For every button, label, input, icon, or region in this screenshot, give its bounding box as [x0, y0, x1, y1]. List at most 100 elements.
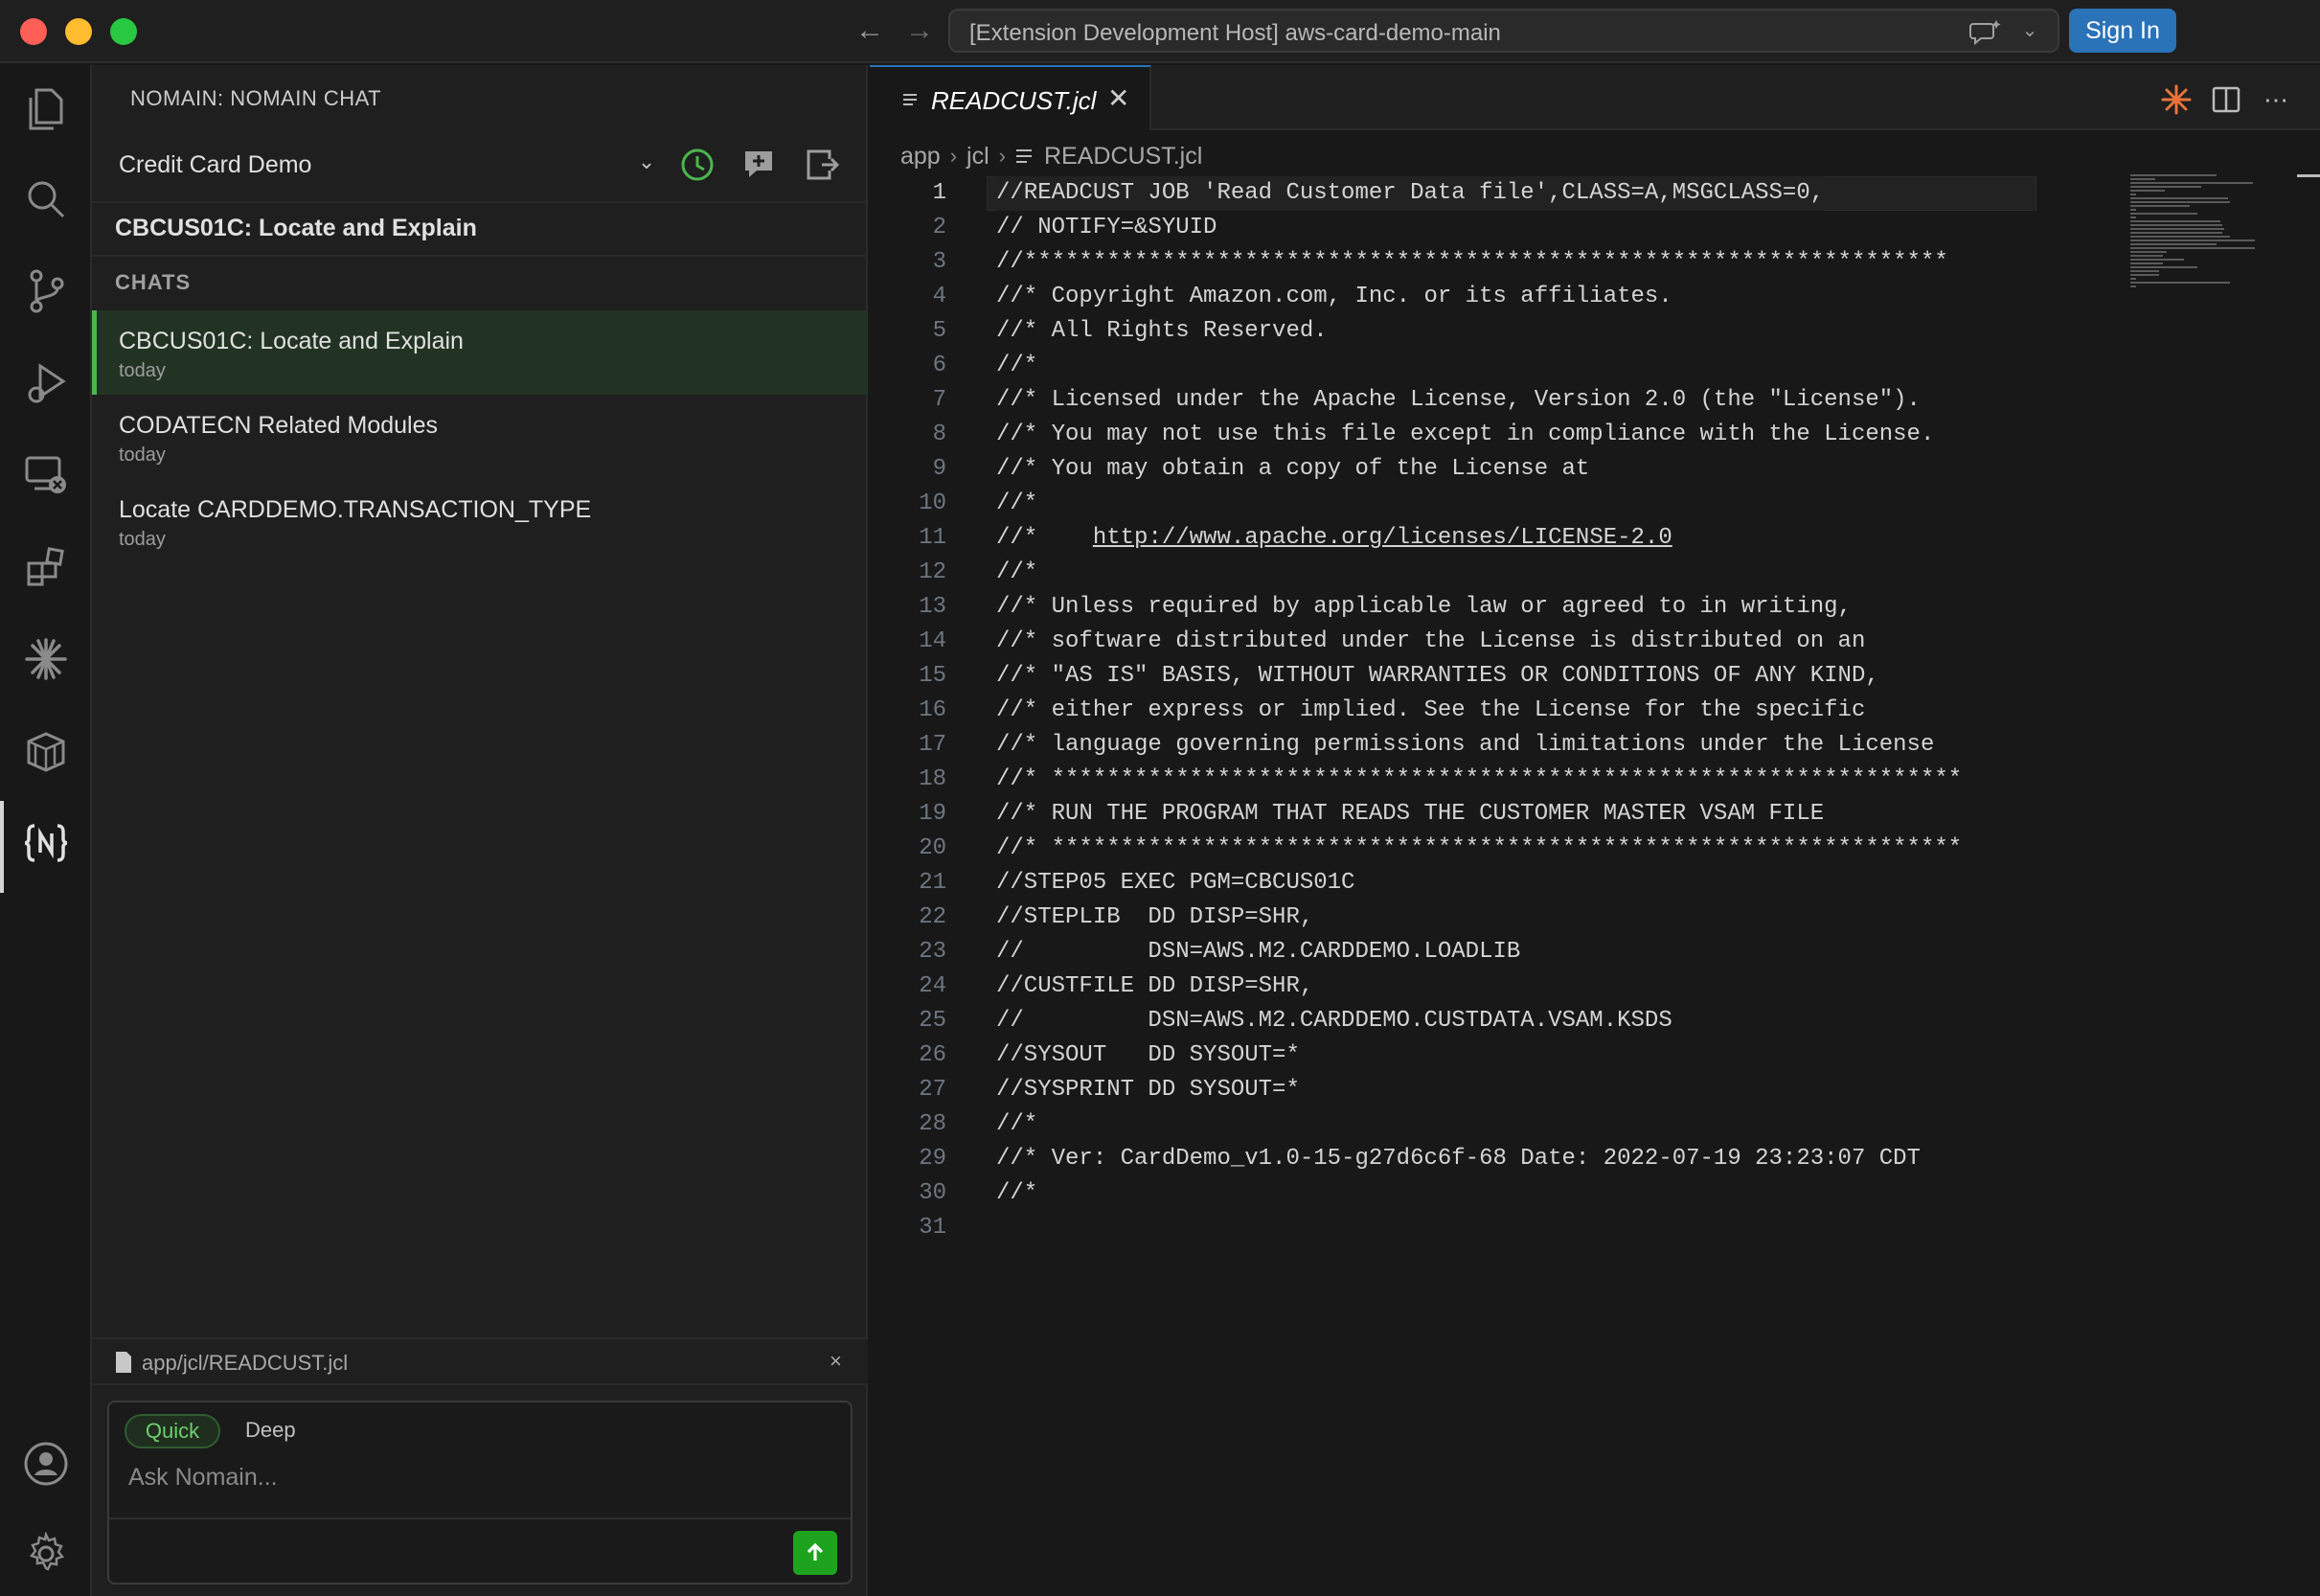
code-text: //* — [996, 559, 1038, 585]
code-line[interactable]: 19 //* RUN THE PROGRAM THAT READS THE CUS… — [870, 797, 2115, 832]
code-line[interactable]: 27 //SYSPRINT DD SYSOUT=* — [870, 1073, 2115, 1107]
maximize-window-button[interactable] — [110, 18, 137, 45]
code-line[interactable]: 21 //STEP05 EXEC PGM=CBCUS01C — [870, 866, 2115, 901]
line-number: 24 — [919, 973, 946, 999]
code-line[interactable]: 10 //* — [870, 487, 2115, 521]
code-text: //SYSPRINT DD SYSOUT=* — [996, 1077, 1300, 1103]
chat-item[interactable]: CODATECN Related Modules today — [92, 395, 868, 479]
code-line[interactable]: 17 //* language governing permissions and… — [870, 728, 2115, 763]
asterisk-spark-icon[interactable] — [23, 636, 69, 682]
run-debug-icon[interactable] — [23, 360, 69, 406]
license-link[interactable]: http://www.apache.org/licenses/LICENSE-2… — [1093, 525, 1672, 551]
line-number: 10 — [919, 490, 946, 516]
code-text: //SYSOUT DD SYSOUT=* — [996, 1042, 1300, 1068]
export-icon[interactable] — [803, 146, 841, 184]
line-number: 8 — [932, 422, 946, 447]
more-actions-icon[interactable]: ⋯ — [2259, 82, 2293, 117]
code-line[interactable]: 6 //* — [870, 349, 2115, 383]
minimap[interactable] — [2130, 172, 2274, 297]
code-text: //* You may obtain a copy of the License… — [996, 456, 1590, 482]
chat-item-active[interactable]: CBCUS01C: Locate and Explain today — [92, 310, 868, 395]
line-number: 20 — [919, 835, 946, 861]
code-line[interactable]: 2 // NOTIFY=&SYUID — [870, 211, 2115, 245]
code-line[interactable]: 20 //* **********************************… — [870, 832, 2115, 866]
ask-box: Quick Deep — [107, 1401, 853, 1585]
activity-bar-icons — [0, 65, 92, 1596]
line-number: 11 — [919, 525, 946, 551]
code-line[interactable]: 28 //* — [870, 1107, 2115, 1142]
code-line[interactable]: 7 //* Licensed under the Apache License, … — [870, 383, 2115, 418]
history-clock-icon[interactable] — [678, 146, 716, 184]
code-text: //READCUST JOB 'Read Customer Data file'… — [996, 176, 1825, 211]
code-line[interactable]: 18 //* **********************************… — [870, 763, 2115, 797]
code-line[interactable]: 8 //* You may not use this file except in… — [870, 418, 2115, 452]
line-number: 17 — [919, 732, 946, 758]
code-editor[interactable]: 1 //READCUST JOB 'Read Customer Data file… — [870, 176, 2115, 1422]
code-text: //* You may not use this file except in … — [996, 422, 1935, 447]
extensions-icon[interactable] — [23, 544, 69, 590]
split-editor-icon[interactable] — [2209, 82, 2243, 117]
chevron-down-icon[interactable]: ⌄ — [632, 149, 661, 182]
code-line[interactable]: 25 // DSN=AWS.M2.CARDDEMO.CUSTDATA.VSAM.K… — [870, 1004, 2115, 1038]
close-icon[interactable]: × — [830, 1349, 842, 1374]
code-text: //STEP05 EXEC PGM=CBCUS01C — [996, 870, 1355, 896]
settings-gear-icon[interactable] — [23, 1531, 69, 1577]
code-text: //* — [996, 353, 1038, 378]
asterisk-spark-icon[interactable] — [2159, 82, 2194, 117]
command-center[interactable]: [Extension Development Host] aws-card-de… — [948, 9, 2059, 53]
sign-in-button[interactable]: Sign In — [2069, 9, 2176, 53]
breadcrumb-file[interactable]: READCUST.jcl — [1044, 143, 1202, 171]
code-line[interactable]: 15 //* "AS IS" BASIS, WITHOUT WARRANTIES … — [870, 659, 2115, 694]
code-line[interactable]: 31 — [870, 1211, 2115, 1245]
mode-quick-button[interactable]: Quick — [125, 1414, 220, 1448]
code-line[interactable]: 16 //* either express or implied. See the… — [870, 694, 2115, 728]
send-button[interactable] — [793, 1531, 837, 1575]
code-line[interactable]: 22 //STEPLIB DD DISP=SHR, — [870, 901, 2115, 935]
nomain-logo-icon[interactable] — [23, 820, 69, 866]
code-line[interactable]: 13 //* Unless required by applicable law … — [870, 590, 2115, 625]
mode-deep-button[interactable]: Deep — [245, 1418, 296, 1443]
code-line[interactable]: 24 //CUSTFILE DD DISP=SHR, — [870, 969, 2115, 1004]
code-line[interactable]: 3 //*************************************… — [870, 245, 2115, 280]
line-number: 26 — [919, 1042, 946, 1068]
code-line[interactable]: 26 //SYSOUT DD SYSOUT=* — [870, 1038, 2115, 1073]
code-line[interactable]: 4 //* Copyright Amazon.com, Inc. or its a… — [870, 280, 2115, 314]
breadcrumb-app[interactable]: app — [900, 143, 941, 171]
code-line[interactable]: 29 //* Ver: CardDemo_v1.0-15-g27d6c6f-68 … — [870, 1142, 2115, 1176]
code-text: //* — [996, 1111, 1038, 1137]
code-line[interactable]: 1 //READCUST JOB 'Read Customer Data file… — [870, 176, 2115, 211]
back-arrow-icon[interactable]: ← — [853, 13, 887, 48]
code-line[interactable]: 30 //* — [870, 1176, 2115, 1211]
tab-readcust[interactable]: READCUST.jcl ✕ — [870, 65, 1151, 130]
new-chat-icon[interactable] — [739, 146, 778, 184]
code-text: //* Unless required by applicable law or… — [996, 594, 1852, 620]
close-window-button[interactable] — [20, 18, 47, 45]
explorer-icon[interactable] — [23, 86, 69, 132]
chevron-down-icon[interactable]: ⌄ — [2015, 16, 2044, 45]
line-number: 13 — [919, 594, 946, 620]
ask-input[interactable] — [128, 1460, 828, 1494]
source-control-icon[interactable] — [23, 268, 69, 314]
code-line[interactable]: 9 //* You may obtain a copy of the Licens… — [870, 452, 2115, 487]
close-tab-icon[interactable]: ✕ — [1107, 82, 1129, 114]
project-selector[interactable]: Credit Card Demo — [119, 151, 311, 179]
forward-arrow-icon[interactable]: → — [902, 13, 937, 48]
chat-sparkle-icon[interactable] — [1966, 18, 2004, 47]
lines-file-icon — [1015, 149, 1032, 163]
code-line[interactable]: 14 //* software distributed under the Lic… — [870, 625, 2115, 659]
search-icon[interactable] — [23, 176, 69, 222]
account-icon[interactable] — [23, 1441, 69, 1487]
code-line[interactable]: 23 // DSN=AWS.M2.CARDDEMO.LOADLIB — [870, 935, 2115, 969]
code-line[interactable]: 5 //* All Rights Reserved. — [870, 314, 2115, 349]
code-line[interactable]: 11 //* http://www.apache.org/licenses/LIC… — [870, 521, 2115, 556]
remote-explorer-icon[interactable] — [23, 452, 69, 498]
minimize-window-button[interactable] — [65, 18, 92, 45]
package-box-icon[interactable] — [23, 728, 69, 774]
chat-item[interactable]: Locate CARDDEMO.TRANSACTION_TYPE today — [92, 479, 868, 563]
code-line[interactable]: 12 //* — [870, 556, 2115, 590]
line-number: 3 — [932, 249, 946, 275]
line-number: 5 — [932, 318, 946, 344]
breadcrumb-jcl[interactable]: jcl — [967, 143, 989, 171]
chat-title: CODATECN Related Modules — [119, 412, 438, 439]
line-number: 29 — [919, 1146, 946, 1172]
